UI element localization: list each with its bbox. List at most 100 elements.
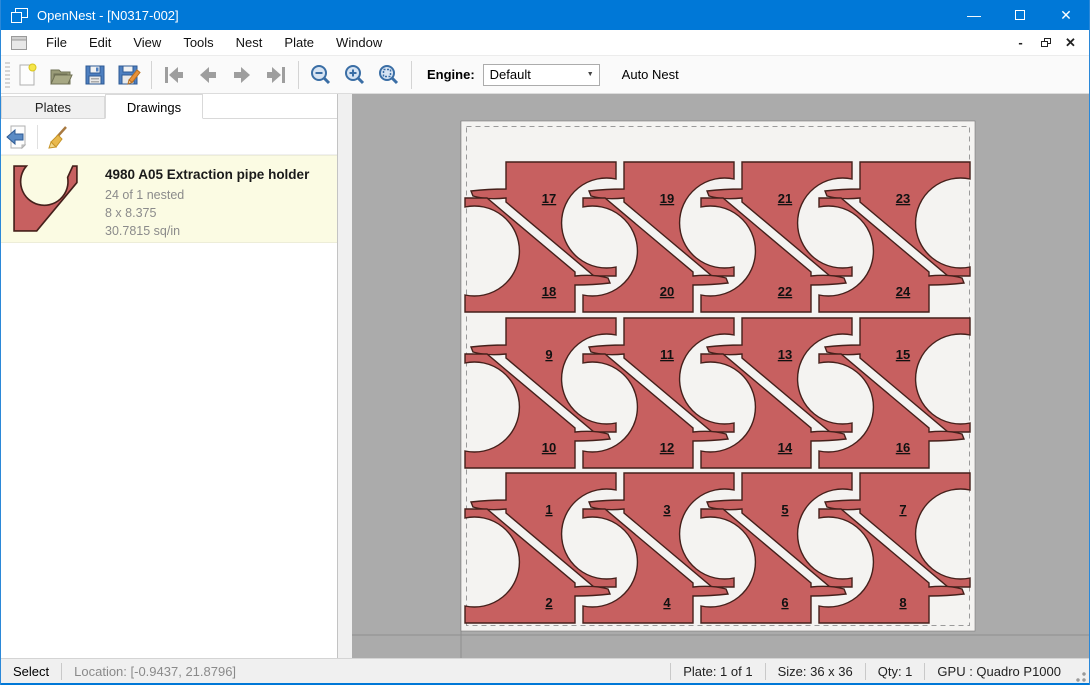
nest-canvas[interactable]: 171819202122232491011121314151612345678: [352, 94, 1089, 658]
toolbar-separator: [151, 61, 152, 89]
menu-window[interactable]: Window: [325, 30, 393, 55]
status-bar: Select Location: [-0.9437, 21.8796] Plat…: [1, 658, 1089, 683]
go-previous-button[interactable]: [191, 59, 225, 91]
part-number-label: 13: [778, 347, 792, 362]
part-number-label: 19: [660, 191, 674, 206]
status-size: Size: 36 x 36: [766, 664, 865, 679]
go-next-button[interactable]: [225, 59, 259, 91]
part-number-label: 17: [542, 191, 556, 206]
engine-label: Engine:: [427, 67, 475, 82]
status-gpu: GPU : Quadro P1000: [925, 664, 1073, 679]
part-number-label: 11: [660, 347, 674, 362]
menu-bar: File Edit View Tools Nest Plate Window -…: [1, 30, 1089, 56]
part-number-label: 23: [896, 191, 910, 206]
part-number-label: 24: [896, 284, 911, 299]
open-file-button[interactable]: [44, 59, 78, 91]
tab-drawings[interactable]: Drawings: [105, 94, 203, 119]
menu-nest[interactable]: Nest: [225, 30, 274, 55]
panel-tabs: Plates Drawings: [1, 94, 337, 119]
part-number-label: 21: [778, 191, 792, 206]
status-qty: Qty: 1: [866, 664, 925, 679]
new-file-button[interactable]: [10, 59, 44, 91]
close-button[interactable]: ✕: [1043, 0, 1089, 30]
drawing-area: 30.7815 sq/in: [105, 222, 309, 240]
save-icon: [83, 63, 107, 87]
part-number-label: 12: [660, 440, 674, 455]
part-number-label: 20: [660, 284, 674, 299]
part-number-label: 14: [778, 440, 793, 455]
menu-edit[interactable]: Edit: [78, 30, 122, 55]
app-window: OpenNest - [N0317-002] — ✕ File Edit Vie…: [0, 0, 1090, 685]
new-file-icon: [15, 63, 39, 87]
toolbar-separator: [298, 61, 299, 89]
zoom-fit-button[interactable]: [372, 59, 406, 91]
go-last-button[interactable]: [259, 59, 293, 91]
document-window-icon: [11, 36, 27, 50]
go-previous-icon: [196, 63, 220, 87]
clean-button[interactable]: [42, 122, 74, 152]
zoom-in-button[interactable]: [338, 59, 372, 91]
zoom-out-button[interactable]: [304, 59, 338, 91]
window-title: OpenNest - [N0317-002]: [37, 8, 179, 23]
engine-selected-value: Default: [484, 67, 582, 82]
go-first-button[interactable]: [157, 59, 191, 91]
part-thumbnail: [13, 165, 79, 233]
part-number-label: 4: [663, 595, 671, 610]
part-number-label: 5: [781, 502, 788, 517]
go-last-icon: [264, 63, 288, 87]
drawing-title: 4980 A05 Extraction pipe holder: [105, 165, 309, 186]
maximize-icon: [1015, 10, 1025, 20]
drawings-toolbar: [1, 119, 337, 155]
save-as-button[interactable]: [112, 59, 146, 91]
status-mode: Select: [1, 664, 61, 679]
zoom-out-icon: [309, 63, 333, 87]
save-button[interactable]: [78, 59, 112, 91]
go-first-icon: [162, 63, 186, 87]
import-drawing-icon: [5, 125, 29, 149]
tab-plates[interactable]: Plates: [1, 96, 105, 118]
import-drawing-button[interactable]: [1, 122, 33, 152]
part-number-label: 9: [545, 347, 552, 362]
minimize-button[interactable]: —: [951, 0, 997, 30]
toolbar-separator: [37, 125, 38, 149]
part-number-label: 8: [899, 595, 906, 610]
part-number-label: 6: [781, 595, 788, 610]
part-number-label: 22: [778, 284, 792, 299]
menu-plate[interactable]: Plate: [273, 30, 325, 55]
panel-splitter[interactable]: [338, 94, 352, 658]
main-toolbar: Engine: Default ▼ Auto Nest: [1, 56, 1089, 94]
toolbar-separator: [411, 61, 412, 89]
app-icon: [11, 8, 28, 23]
engine-select[interactable]: Default ▼: [483, 64, 600, 86]
menu-tools[interactable]: Tools: [172, 30, 224, 55]
restore-icon: [1041, 38, 1051, 47]
drawing-size: 8 x 8.375: [105, 204, 309, 222]
zoom-in-icon: [343, 63, 367, 87]
part-number-label: 10: [542, 440, 556, 455]
resize-grip[interactable]: [1073, 669, 1087, 683]
nest-plate-view: 171819202122232491011121314151612345678: [352, 94, 1089, 658]
part-number-label: 7: [899, 502, 906, 517]
drawing-nested-count: 24 of 1 nested: [105, 186, 309, 204]
drawing-list-item[interactable]: 4980 A05 Extraction pipe holder 24 of 1 …: [1, 155, 337, 243]
menu-file[interactable]: File: [35, 30, 78, 55]
go-next-icon: [230, 63, 254, 87]
drawings-panel: Plates Drawings: [1, 94, 338, 658]
chevron-down-icon: ▼: [582, 65, 599, 85]
menu-view[interactable]: View: [122, 30, 172, 55]
part-number-label: 15: [896, 347, 910, 362]
mdi-restore-button[interactable]: [1033, 33, 1058, 53]
status-location: Location: [-0.9437, 21.8796]: [62, 664, 248, 679]
open-file-icon: [49, 63, 73, 87]
clean-broom-icon: [46, 125, 70, 149]
maximize-button[interactable]: [997, 0, 1043, 30]
title-bar: OpenNest - [N0317-002] — ✕: [1, 0, 1089, 30]
status-plate: Plate: 1 of 1: [671, 664, 764, 679]
auto-nest-button[interactable]: Auto Nest: [614, 63, 687, 86]
mdi-minimize-button[interactable]: -: [1008, 33, 1033, 53]
part-number-label: 2: [545, 595, 552, 610]
mdi-close-button[interactable]: ✕: [1058, 33, 1083, 53]
part-number-label: 3: [663, 502, 670, 517]
save-as-icon: [117, 63, 141, 87]
part-number-label: 18: [542, 284, 556, 299]
